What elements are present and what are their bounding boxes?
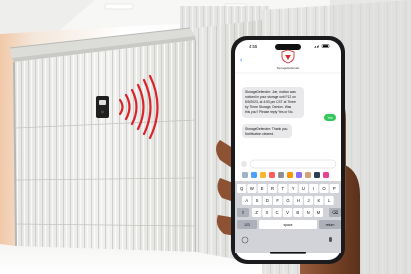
- key-e-label: E: [261, 186, 264, 191]
- msg1-line3: 8/9/2023, at 4:53 pm CST at Three: [245, 100, 296, 104]
- motion-sensor: [96, 96, 109, 118]
- key-b-label: B: [296, 210, 299, 215]
- delete-key-label: ⌫: [332, 210, 339, 215]
- msg2-line1: Yes: [327, 116, 333, 120]
- numbers-key-label: 123: [244, 223, 250, 227]
- status-time: 4:55: [249, 44, 258, 49]
- storage-unit-photo: 4:55 ‹ StorageDefender StorageDefender: …: [0, 0, 411, 274]
- microphone-icon[interactable]: [329, 237, 332, 242]
- key-z-label: Z: [255, 210, 258, 215]
- svg-text:StorageDefender: Joe, motion w: StorageDefender: Joe, motion was noticed…: [245, 90, 297, 114]
- key-r-label: R: [271, 186, 274, 191]
- key-x-label: X: [266, 210, 269, 215]
- contact-name: StorageDefender: [277, 66, 300, 70]
- return-key-label: return: [326, 223, 335, 227]
- msg1-line2: noticed in your storage unit F12 on: [245, 95, 296, 99]
- msg1-line4: by Three Storage, Denton. Was: [245, 105, 292, 109]
- key-p-label: P: [333, 186, 336, 191]
- key-d-label: D: [266, 198, 269, 203]
- msg1-line1: StorageDefender: Joe, motion was: [245, 90, 296, 94]
- msg1-line5: this you? Please reply Yes or No.: [245, 110, 293, 114]
- key-h-label: H: [297, 198, 300, 203]
- key-v-label: V: [286, 210, 289, 215]
- key-t-label: T: [282, 186, 285, 191]
- key-m-label: M: [317, 210, 321, 215]
- key-c-label: C: [276, 210, 279, 215]
- space-key-label: space: [283, 223, 292, 227]
- key-i-label: I: [313, 186, 314, 191]
- key-y-label: Y: [292, 186, 295, 191]
- smartphone: 4:55 ‹ StorageDefender StorageDefender: …: [231, 36, 345, 264]
- key-u-label: U: [302, 186, 305, 191]
- home-indicator: [270, 252, 306, 254]
- key-a-label: A: [245, 198, 248, 203]
- key-j-label: J: [308, 198, 310, 203]
- msg3-line2: Notification cleared.: [245, 132, 274, 136]
- shield-icon: [281, 49, 295, 64]
- key-s-label: S: [256, 198, 259, 203]
- shift-key-label: ⇧: [241, 210, 245, 215]
- msg3-line1: StorageDefender: Thank you.: [245, 127, 288, 131]
- key-w-label: W: [250, 186, 254, 191]
- key-f-label: F: [276, 198, 279, 203]
- key-g-label: G: [286, 198, 289, 203]
- key-n-label: N: [307, 210, 310, 215]
- key-k-label: K: [317, 198, 320, 203]
